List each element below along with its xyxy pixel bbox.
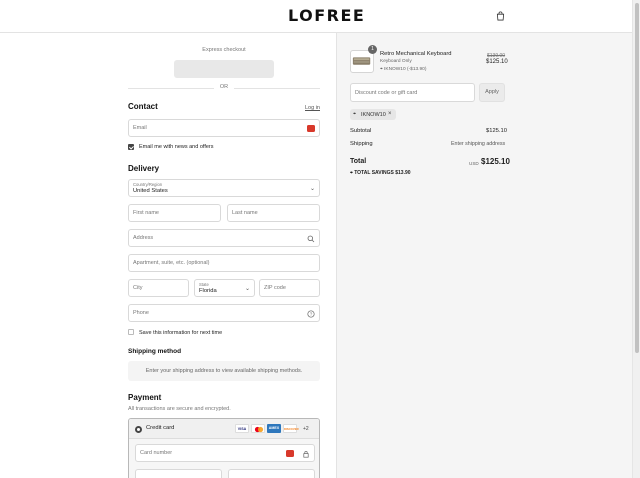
country-value: United States [133,188,168,194]
state-label: State [199,282,209,287]
state-value: Florida [199,288,217,294]
tag-icon: ⌖ [353,111,357,117]
subtotal-value: $125.10 [486,128,507,134]
discover-icon: DISCOVER [283,424,299,433]
item-discount: ⌖ IKNOW10 (-$13.90) [380,66,426,72]
autofill-icon[interactable] [307,125,315,132]
shopping-bag-icon[interactable] [496,11,505,21]
first-name-field[interactable]: First name [128,204,221,222]
express-checkout-title: Express checkout [202,47,246,53]
city-placeholder: City [133,285,143,291]
news-checkbox[interactable] [128,144,134,150]
keyboard-icon [352,57,371,65]
tag-icon: ⌖ [380,67,383,72]
save-info-label: Save this information for next time [139,330,223,336]
card-number-field[interactable]: Card number [135,444,315,462]
savings-label: TOTAL SAVINGS [354,170,394,176]
discount-chip-label: IKNOW10 [361,111,386,118]
quantity-badge: 1 [368,45,377,54]
email-field[interactable]: Email [128,119,320,137]
currency-code: USD [469,161,479,166]
last-name-placeholder: Last name [232,210,258,216]
shipping-method-heading: Shipping method [128,348,182,355]
shipping-method-note: Enter your shipping address to view avai… [128,361,320,381]
or-divider: OR [128,84,320,92]
search-icon [307,235,315,243]
credit-card-label: Credit card [146,425,175,431]
address-placeholder: Address [133,235,154,241]
zip-field[interactable]: ZIP code [259,279,320,297]
product-name: Retro Mechanical Keyboard [380,51,452,57]
more-cards-count: +2 [303,426,309,432]
product-variant: Keyboard Only [380,59,412,64]
chevron-down-icon: ⌄ [244,286,250,292]
country-label: Country/Region [133,182,163,187]
city-field[interactable]: City [128,279,189,297]
remove-code-icon[interactable]: × [388,111,392,117]
zip-placeholder: ZIP code [264,285,286,291]
chevron-down-icon: ⌄ [309,186,315,192]
express-checkout-button[interactable] [174,60,274,78]
site-header: LOFREE [0,0,640,33]
apartment-field[interactable]: Apartment, suite, etc. (optional) [128,254,320,272]
visa-icon: VISA [235,424,249,433]
total-label: Total [350,158,367,165]
help-icon[interactable]: ? [307,310,315,318]
security-code-field[interactable] [228,469,315,478]
news-checkbox-label: Email me with news and offers [139,144,214,150]
discount-placeholder: Discount code or gift card [355,90,418,96]
subtotal-label: Subtotal [350,128,372,134]
country-select[interactable]: Country/Region United States ⌄ [128,179,320,197]
or-label: OR [219,84,229,90]
shipping-label: Shipping [350,141,373,147]
delivery-heading: Delivery [128,164,160,173]
mastercard-icon [251,424,265,433]
state-select[interactable]: State Florida ⌄ [194,279,255,297]
total-value: $125.10 [481,157,510,166]
address-field[interactable]: Address [128,229,320,247]
item-price: $125.10 [486,59,508,65]
credit-card-header[interactable]: Credit card VISA AMEX DISCOVER +2 [129,419,319,439]
amex-icon: AMEX [267,424,281,433]
expiration-field[interactable] [135,469,222,478]
apartment-placeholder: Apartment, suite, etc. (optional) [133,260,210,266]
tag-icon: ⌖ [350,170,353,176]
card-number-placeholder: Card number [140,450,173,456]
phone-field[interactable]: Phone ? [128,304,320,322]
shipping-value: Enter shipping address [451,141,506,147]
item-discount-label: IKNOW10 (-$13.90) [384,67,427,72]
discount-chip: ⌖ IKNOW10 × [350,109,396,120]
email-placeholder: Email [133,125,147,131]
brand-logo[interactable]: LOFREE [288,6,365,25]
payment-subtitle: All transactions are secure and encrypte… [128,406,231,412]
discount-code-input[interactable]: Discount code or gift card [350,83,475,102]
credit-card-radio[interactable] [135,426,142,433]
credit-card-option[interactable]: Credit card VISA AMEX DISCOVER +2 Card n… [128,418,320,478]
first-name-placeholder: First name [133,210,159,216]
payment-heading: Payment [128,393,162,402]
savings-value: $13.90 [395,170,411,176]
page-scrollbar[interactable] [632,0,640,478]
total-savings: ⌖ TOTAL SAVINGS $13.90 [350,170,411,176]
lock-icon [303,451,309,458]
apply-button[interactable]: Apply [479,83,505,102]
phone-placeholder: Phone [133,310,149,316]
autofill-icon[interactable] [286,450,294,457]
save-info-checkbox[interactable] [128,329,134,335]
svg-text:?: ? [310,312,313,317]
last-name-field[interactable]: Last name [227,204,320,222]
scrollbar-thumb[interactable] [635,3,639,353]
contact-heading: Contact [128,102,158,111]
login-link[interactable]: Log in [305,105,320,111]
